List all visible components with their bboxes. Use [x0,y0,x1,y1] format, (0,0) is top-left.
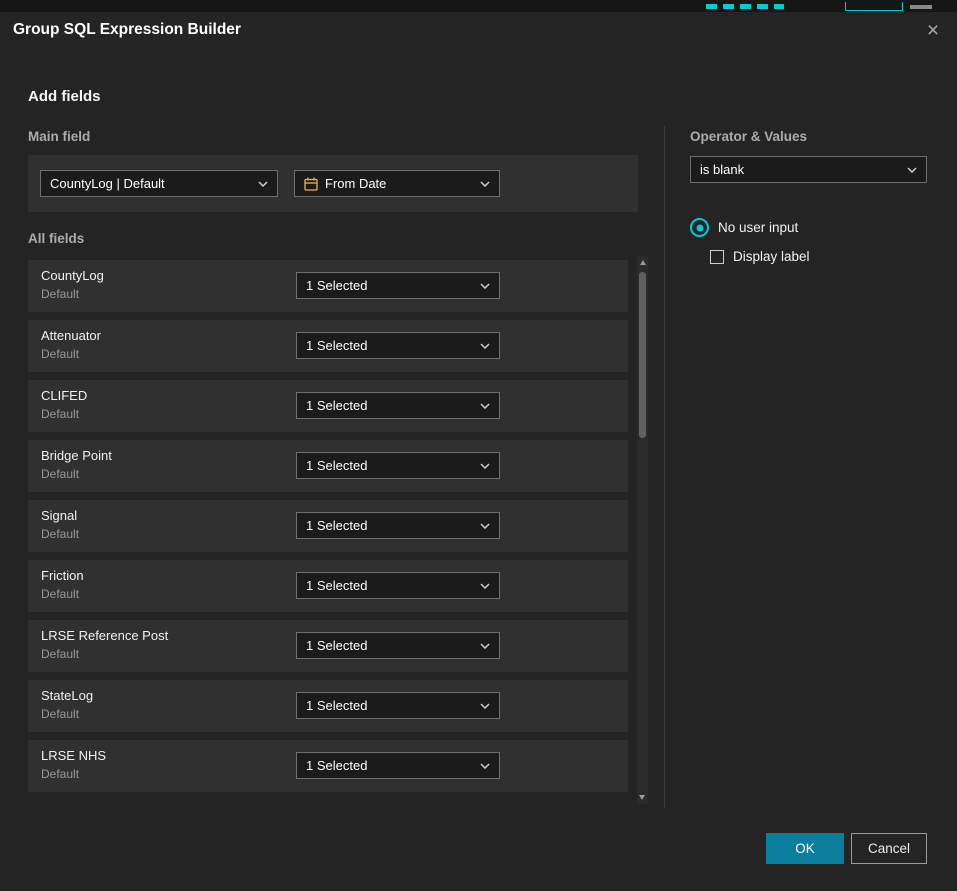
selected-count: 1 Selected [306,338,367,353]
field-row: CountyLog Default 1 Selected [28,260,628,312]
no-user-input-radio[interactable] [690,218,709,237]
selected-count: 1 Selected [306,698,367,713]
chevron-down-icon [480,703,490,709]
fields-scrollbar[interactable] [637,256,648,804]
field-row: Bridge Point Default 1 Selected [28,440,628,492]
field-name: Attenuator [41,328,101,343]
field-selected-dropdown[interactable]: 1 Selected [296,332,500,359]
field-row: LRSE NHS Default 1 Selected [28,740,628,792]
field-subtitle: Default [41,707,79,721]
no-user-input-option: No user input [690,218,798,237]
field-selected-dropdown[interactable]: 1 Selected [296,452,500,479]
chevron-down-icon [480,403,490,409]
field-name: StateLog [41,688,93,703]
scroll-down-icon[interactable] [639,795,645,800]
background-toolbar-fragment [706,4,784,9]
main-source-value: CountyLog | Default [50,176,165,191]
field-subtitle: Default [41,587,79,601]
field-name: Bridge Point [41,448,112,463]
field-row: StateLog Default 1 Selected [28,680,628,732]
field-selected-dropdown[interactable]: 1 Selected [296,512,500,539]
field-subtitle: Default [41,767,79,781]
calendar-icon [304,177,318,191]
chevron-down-icon [480,583,490,589]
selected-count: 1 Selected [306,758,367,773]
close-icon[interactable]: × [921,18,945,42]
field-subtitle: Default [41,287,79,301]
field-row: CLIFED Default 1 Selected [28,380,628,432]
field-selected-dropdown[interactable]: 1 Selected [296,632,500,659]
main-source-dropdown[interactable]: CountyLog | Default [40,170,278,197]
chevron-down-icon [480,523,490,529]
column-divider [664,126,665,808]
display-label-option: Display label [710,249,810,264]
field-selected-dropdown[interactable]: 1 Selected [296,752,500,779]
dialog-title: Group SQL Expression Builder [13,21,241,39]
selected-count: 1 Selected [306,518,367,533]
field-name: LRSE NHS [41,748,106,763]
selected-count: 1 Selected [306,458,367,473]
chevron-down-icon [480,181,490,187]
selected-count: 1 Selected [306,398,367,413]
field-subtitle: Default [41,467,79,481]
field-name: LRSE Reference Post [41,628,168,643]
chevron-down-icon [480,283,490,289]
field-row: Friction Default 1 Selected [28,560,628,612]
selected-count: 1 Selected [306,278,367,293]
chevron-down-icon [907,167,917,173]
field-subtitle: Default [41,527,79,541]
all-fields-label: All fields [28,231,84,246]
add-fields-heading: Add fields [28,88,101,105]
field-name: Signal [41,508,77,523]
background-app-strip [0,0,957,12]
field-selected-dropdown[interactable]: 1 Selected [296,392,500,419]
main-field-dropdown[interactable]: From Date [294,170,500,197]
chevron-down-icon [258,181,268,187]
group-sql-expression-builder-dialog: Group SQL Expression Builder × Add field… [0,12,957,891]
main-field-value: From Date [325,176,386,191]
display-label-checkbox[interactable] [710,250,724,264]
ok-button[interactable]: OK [766,833,844,864]
all-fields-list: CountyLog Default 1 Selected Attenuator … [28,260,628,800]
no-user-input-label: No user input [718,220,798,235]
field-row: Signal Default 1 Selected [28,500,628,552]
display-label-text: Display label [733,249,810,264]
operator-dropdown[interactable]: is blank [690,156,927,183]
cancel-button[interactable]: Cancel [851,833,927,864]
scroll-up-icon[interactable] [640,260,646,265]
chevron-down-icon [480,463,490,469]
field-selected-dropdown[interactable]: 1 Selected [296,572,500,599]
field-name: Friction [41,568,84,583]
operator-values-label: Operator & Values [690,129,807,144]
field-row: LRSE Reference Post Default 1 Selected [28,620,628,672]
background-toolbar-fragment [845,2,903,11]
operator-value: is blank [700,162,744,177]
main-field-label: Main field [28,129,90,144]
field-name: CLIFED [41,388,87,403]
field-selected-dropdown[interactable]: 1 Selected [296,272,500,299]
selected-count: 1 Selected [306,578,367,593]
main-field-panel: CountyLog | Default From Date [28,155,638,212]
field-subtitle: Default [41,647,79,661]
chevron-down-icon [480,763,490,769]
chevron-down-icon [480,643,490,649]
field-subtitle: Default [41,347,79,361]
scrollbar-thumb[interactable] [639,272,646,438]
chevron-down-icon [480,343,490,349]
field-row: Attenuator Default 1 Selected [28,320,628,372]
field-subtitle: Default [41,407,79,421]
selected-count: 1 Selected [306,638,367,653]
field-name: CountyLog [41,268,104,283]
field-selected-dropdown[interactable]: 1 Selected [296,692,500,719]
background-toolbar-fragment [910,5,932,9]
